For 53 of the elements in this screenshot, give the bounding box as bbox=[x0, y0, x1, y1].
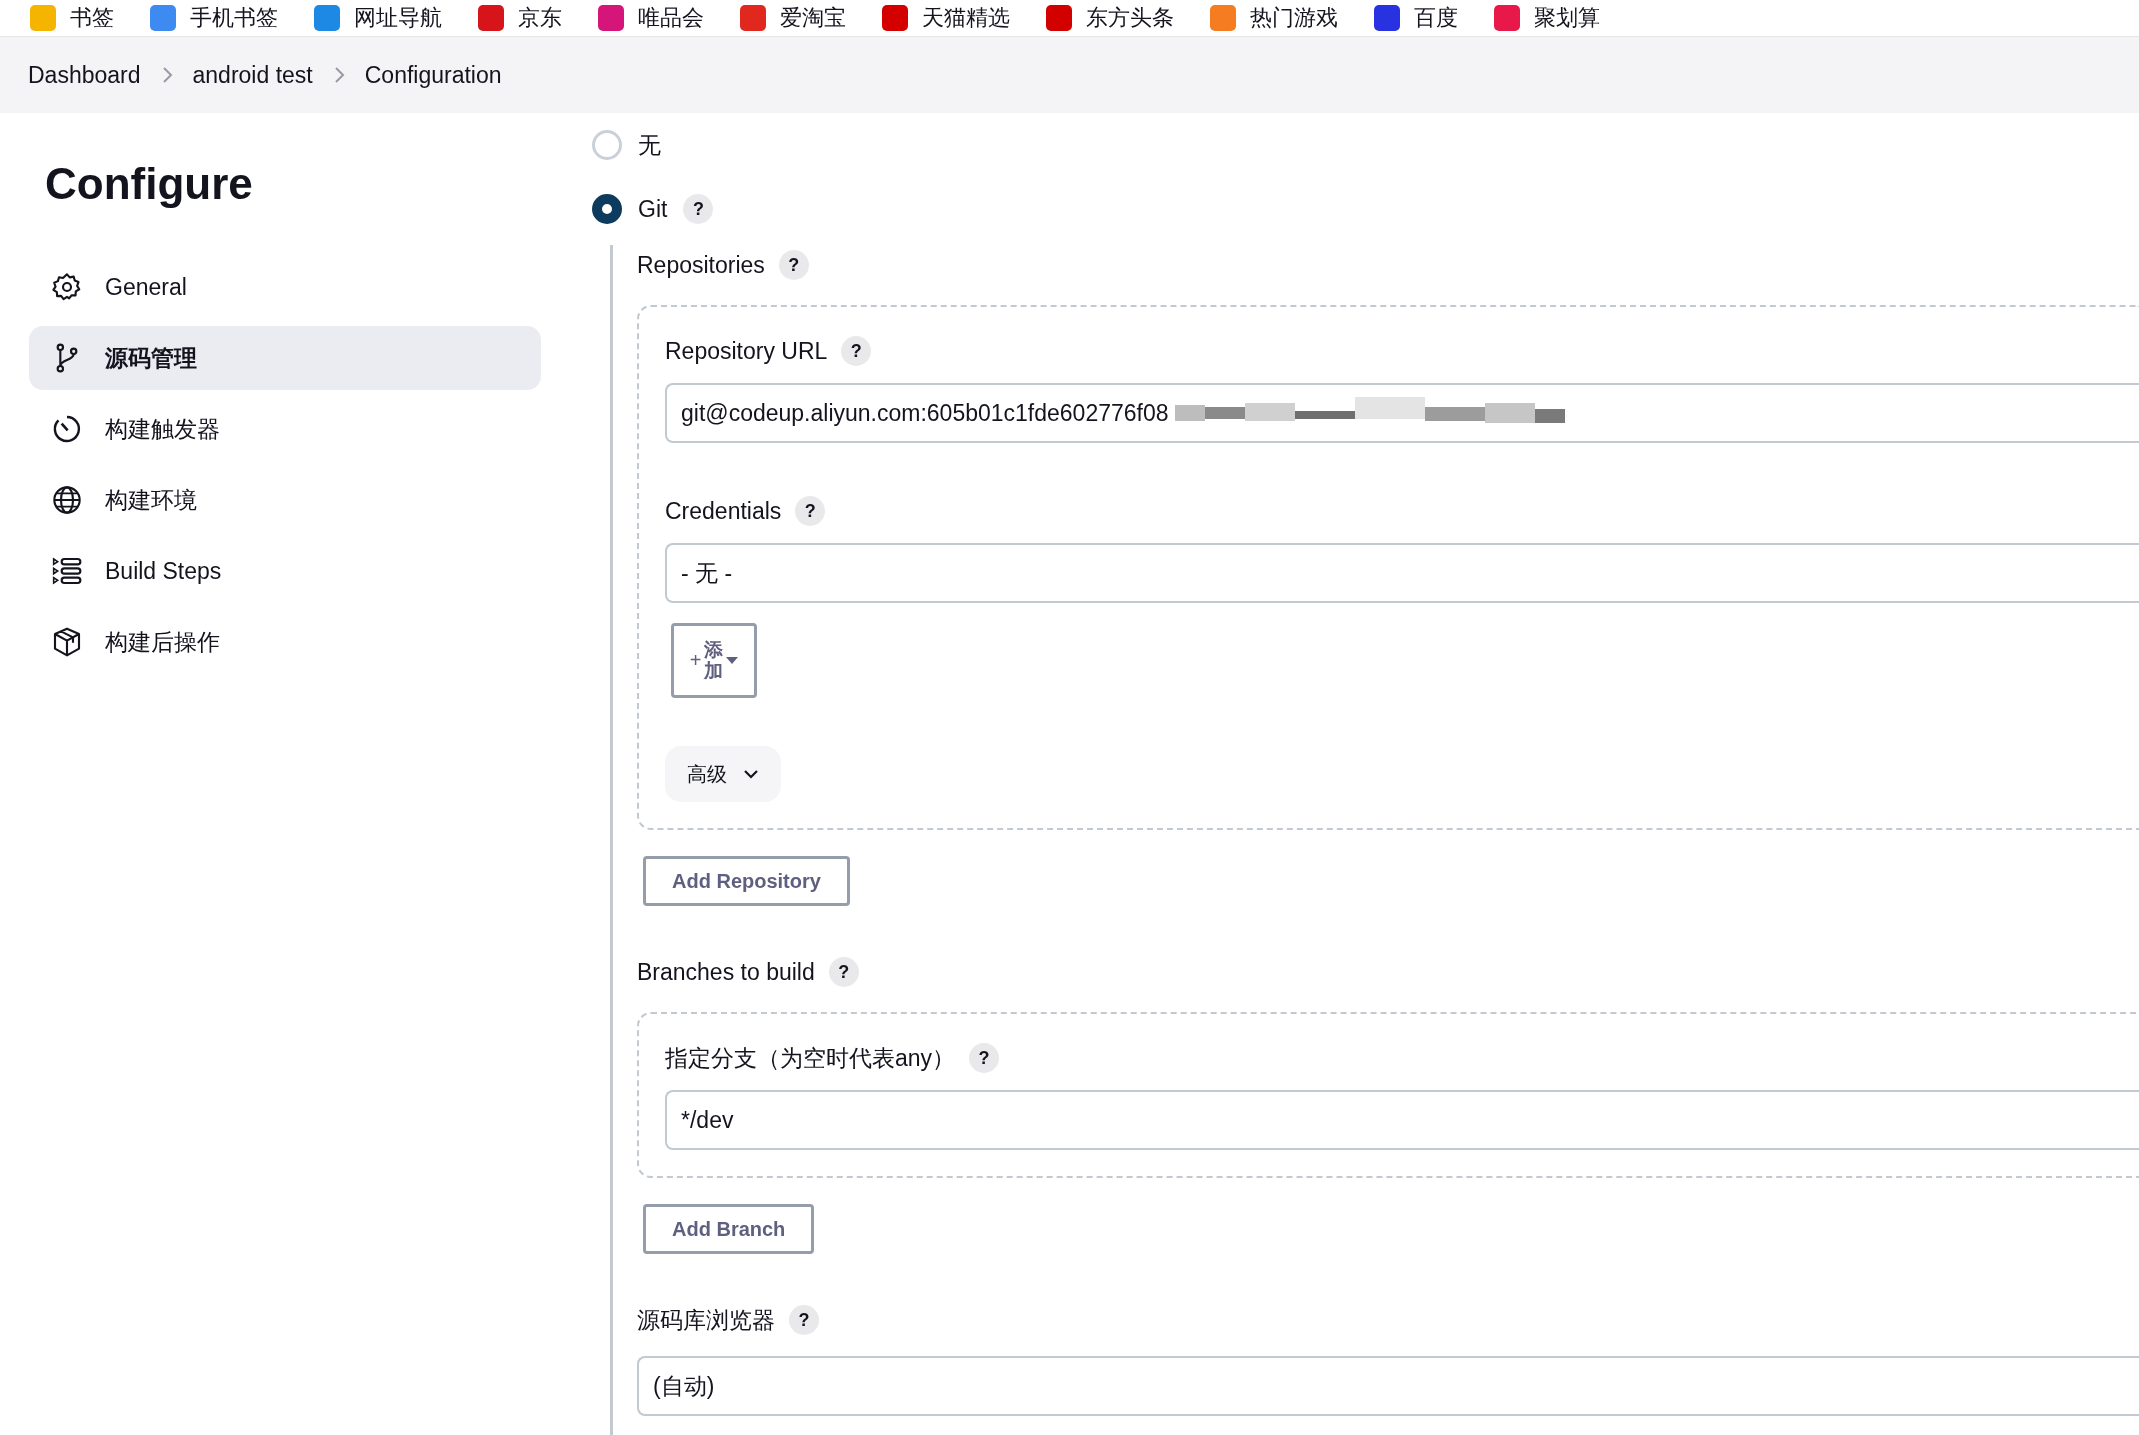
field-label: Credentials bbox=[665, 497, 782, 525]
add-repository-button[interactable]: Add Repository bbox=[643, 856, 850, 906]
chevron-down-icon bbox=[743, 769, 759, 779]
box-icon bbox=[51, 626, 83, 658]
help-button[interactable]: ? bbox=[795, 496, 826, 526]
bookmark-link[interactable]: 聚划算 bbox=[1494, 3, 1600, 33]
page-title: Configure bbox=[45, 159, 254, 209]
breadcrumb-link[interactable]: android test bbox=[192, 61, 313, 89]
bookmark-link[interactable]: 京东 bbox=[478, 3, 562, 33]
chevron-right-icon bbox=[332, 66, 345, 84]
help-button[interactable]: ? bbox=[828, 957, 859, 987]
advanced-button[interactable]: 高级 bbox=[665, 746, 781, 802]
help-button[interactable]: ? bbox=[789, 1305, 819, 1335]
credentials-select[interactable]: - 无 - bbox=[665, 543, 2139, 603]
bookmark-link[interactable]: 手机书签 bbox=[150, 3, 278, 33]
bookmark-link[interactable]: 书签 bbox=[30, 3, 114, 33]
bookmark-link[interactable]: 东方头条 bbox=[1046, 3, 1174, 33]
sidebar-item[interactable]: 构建后操作 bbox=[29, 610, 541, 674]
list-icon bbox=[51, 555, 83, 587]
breadcrumb-link[interactable]: Configuration bbox=[364, 61, 502, 89]
sidebar-item[interactable]: Build Steps bbox=[29, 539, 541, 603]
field-label: Branches to build bbox=[637, 958, 815, 986]
repository-url-field[interactable]: git@codeup.aliyun.com:605b01c1fde602776f08 bbox=[665, 383, 2139, 443]
field-label: 源码库浏览器 bbox=[637, 1305, 775, 1335]
bookmark-link[interactable]: 爱淘宝 bbox=[740, 3, 846, 33]
globe-icon bbox=[51, 484, 83, 516]
radio-button[interactable] bbox=[592, 194, 622, 224]
help-button[interactable]: ? bbox=[683, 194, 714, 224]
timer-icon bbox=[51, 413, 83, 445]
settings-icon bbox=[51, 271, 83, 303]
field-label: Repositories bbox=[637, 251, 765, 279]
bookmark-link[interactable]: 唯品会 bbox=[598, 3, 704, 33]
radio-label: 无 bbox=[638, 130, 661, 160]
repository-browser-select[interactable]: (自动) bbox=[637, 1356, 2139, 1416]
add-branch-button[interactable]: Add Branch bbox=[643, 1204, 815, 1254]
sidebar-item[interactable]: 构建触发器 bbox=[29, 397, 541, 461]
bookmark-link[interactable]: 网址导航 bbox=[314, 3, 442, 33]
sidebar-item[interactable]: General bbox=[29, 255, 541, 319]
help-button[interactable]: ? bbox=[778, 250, 809, 280]
breadcrumb-link[interactable]: Dashboard bbox=[28, 61, 141, 89]
sidebar-item[interactable]: 源码管理 bbox=[29, 326, 541, 390]
bookmark-link[interactable]: 百度 bbox=[1374, 3, 1458, 33]
field-label: 指定分支（为空时代表any） bbox=[665, 1043, 956, 1073]
radio-label: Git bbox=[638, 195, 668, 223]
chevron-right-icon bbox=[160, 66, 173, 84]
help-button[interactable]: ? bbox=[841, 336, 872, 366]
sidebar-item[interactable]: 构建环境 bbox=[29, 468, 541, 532]
field-label: Repository URL bbox=[665, 337, 828, 365]
branch-specifier-field[interactable]: */dev bbox=[665, 1090, 2139, 1150]
bookmark-link[interactable]: 天猫精选 bbox=[882, 3, 1010, 33]
help-button[interactable]: ? bbox=[969, 1043, 1000, 1073]
bookmark-link[interactable]: 热门游戏 bbox=[1210, 3, 1338, 33]
caret-icon bbox=[726, 656, 739, 665]
